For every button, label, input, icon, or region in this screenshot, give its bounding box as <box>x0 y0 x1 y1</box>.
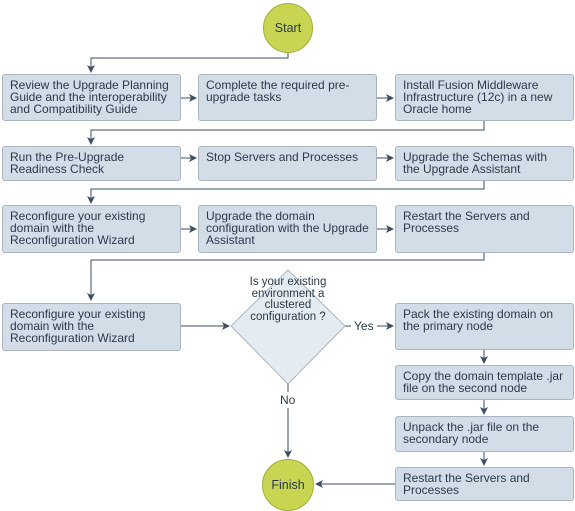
step-restart-servers-2: Restart the Servers and Processes <box>395 467 574 501</box>
step-readiness-check: Run the Pre-Upgrade Readiness Check <box>2 146 181 181</box>
connector-install-to-readiness <box>87 121 485 145</box>
connector-schemas-to-reconfigure <box>87 181 485 204</box>
step-text: Restart the Servers and Processes <box>403 209 530 235</box>
step-install-fmw: Install Fusion Middleware Infrastructure… <box>395 74 574 121</box>
step-text: Pack the existing domain on the primary … <box>403 307 554 333</box>
start-label: Start <box>274 21 302 35</box>
step-text: Reconfigure your existing domain with th… <box>10 307 146 345</box>
no-label: No <box>280 393 296 407</box>
step-text: Install Fusion Middleware Infrastructure… <box>403 78 553 116</box>
finish-label: Finish <box>271 478 305 492</box>
step-text: Copy the domain template .jar file on th… <box>403 369 564 395</box>
decision-question: Is your existing environment a clustered… <box>249 276 327 323</box>
yes-label: Yes <box>354 319 374 333</box>
step-review-guides: Review the Upgrade Planning Guide and th… <box>2 74 181 121</box>
step-upgrade-domain-config: Upgrade the domain configuration with th… <box>198 205 377 253</box>
step-text: Upgrade the domain configuration with th… <box>206 209 369 247</box>
step-text: Stop Servers and Processes <box>206 150 359 164</box>
step-text: Complete the required pre-upgrade tasks <box>206 78 350 104</box>
step-text: Review the Upgrade Planning Guide and th… <box>10 78 169 116</box>
step-text: Run the Pre-Upgrade Readiness Check <box>10 150 125 176</box>
step-upgrade-schemas: Upgrade the Schemas with the Upgrade Ass… <box>395 146 574 181</box>
step-restart-servers: Restart the Servers and Processes <box>395 205 574 253</box>
step-text: Upgrade the Schemas with the Upgrade Ass… <box>403 150 548 176</box>
step-unpack-jar: Unpack the .jar file on the secondary no… <box>395 416 574 452</box>
step-stop-servers: Stop Servers and Processes <box>198 146 377 181</box>
step-reconfigure-domain: Reconfigure your existing domain with th… <box>2 205 181 253</box>
step-complete-pre-upgrade: Complete the required pre-upgrade tasks <box>198 74 377 121</box>
start-node: Start <box>263 3 313 53</box>
connector-start-to-review <box>87 52 289 73</box>
step-text: Reconfigure your existing domain with th… <box>10 209 146 247</box>
step-reconfigure-domain-2: Reconfigure your existing domain with th… <box>2 303 181 351</box>
step-copy-template: Copy the domain template .jar file on th… <box>395 365 574 400</box>
step-pack-domain: Pack the existing domain on the primary … <box>395 303 574 350</box>
step-text: Restart the Servers and Processes <box>403 471 530 497</box>
step-text: Unpack the .jar file on the secondary no… <box>403 420 540 446</box>
finish-node: Finish <box>262 459 314 511</box>
